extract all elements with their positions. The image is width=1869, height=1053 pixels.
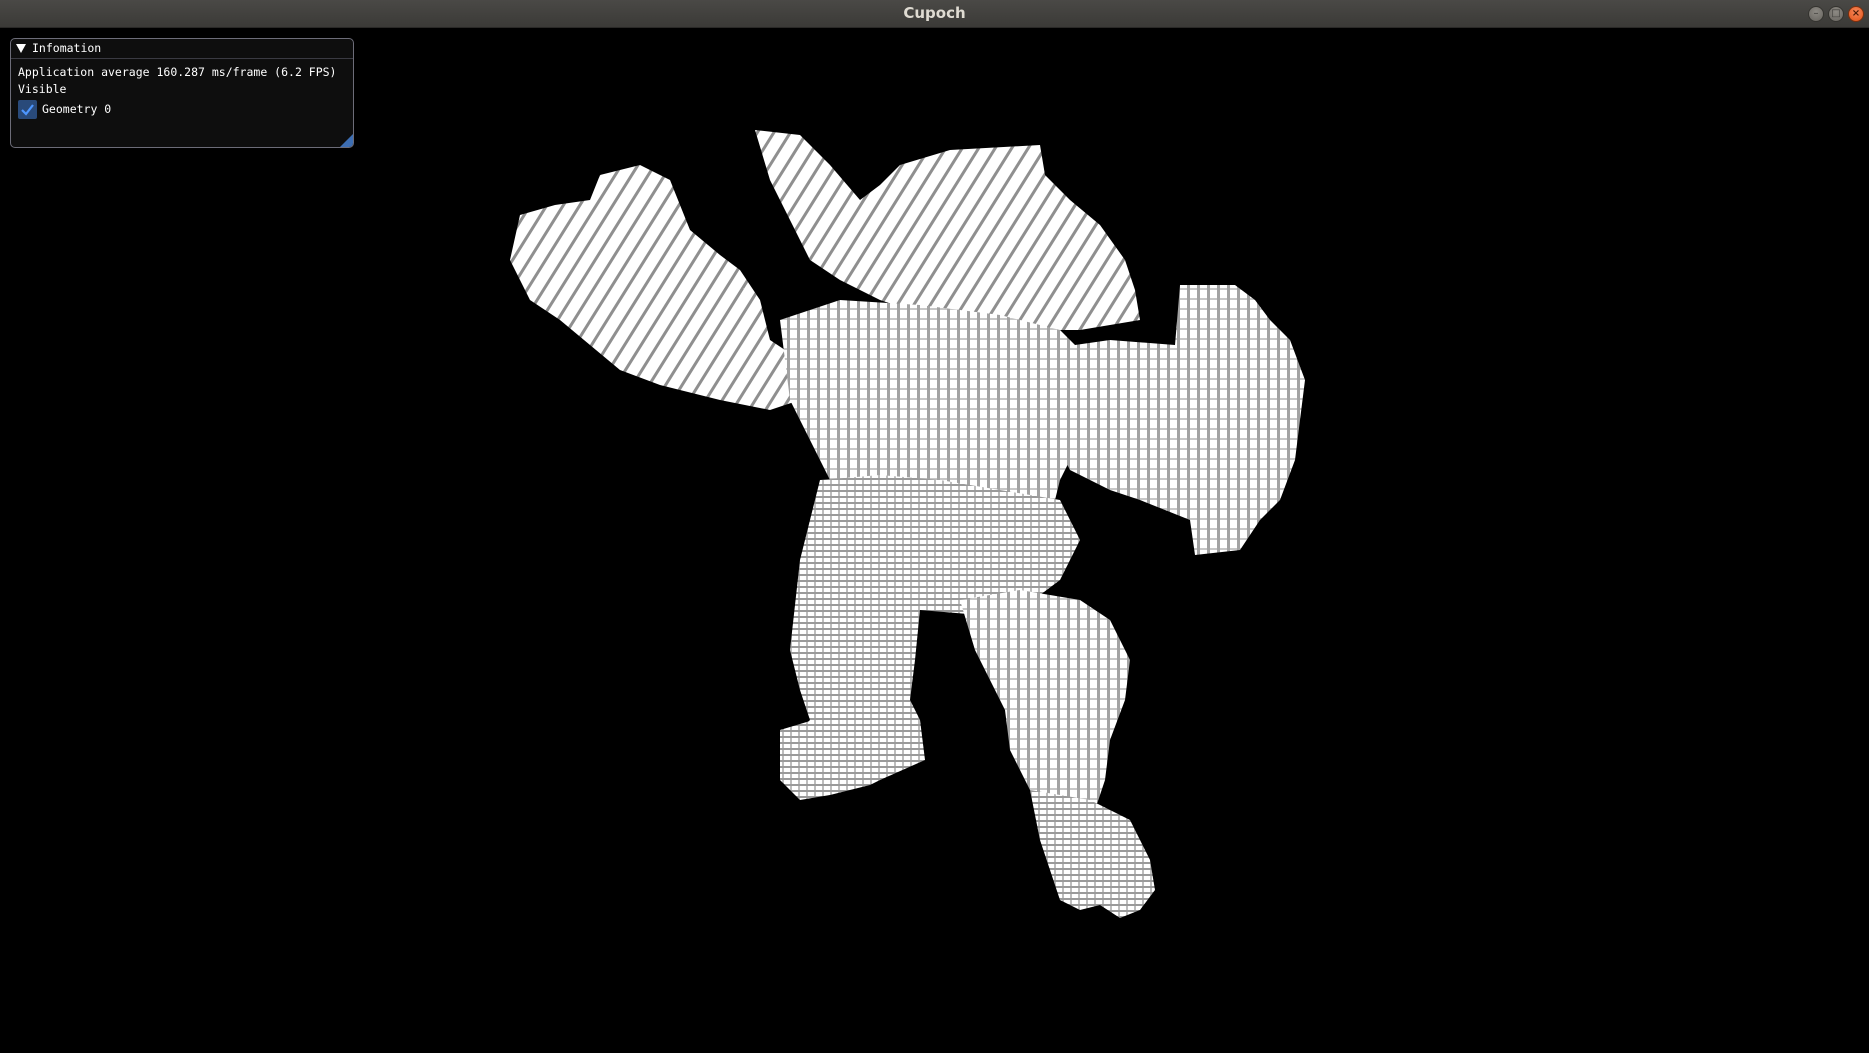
geometry-0-checkbox[interactable] (18, 99, 37, 119)
collapse-arrow-icon[interactable] (16, 44, 26, 53)
checkmark-icon (21, 103, 34, 116)
3d-viewport[interactable] (0, 28, 1869, 1053)
voxel-model (510, 130, 1305, 918)
geometry-toggle-row[interactable]: Geometry 0 (18, 98, 353, 120)
info-panel[interactable]: Infomation Application average 160.287 m… (10, 38, 354, 148)
fps-readout: Application average 160.287 ms/frame (6.… (18, 65, 337, 79)
resize-grip[interactable] (340, 134, 353, 147)
minimize-button[interactable]: – (1808, 6, 1824, 22)
voxel-back-spikes (755, 130, 1140, 330)
voxel-figure (510, 130, 1305, 918)
close-button[interactable]: × (1848, 6, 1864, 22)
panel-title: Infomation (32, 41, 102, 55)
voxel-right-foot (1030, 790, 1155, 918)
visible-label: Visible (18, 82, 67, 96)
voxel-left-hand (510, 165, 815, 410)
window-controls: – □ × (1808, 6, 1864, 22)
maximize-button[interactable]: □ (1828, 6, 1844, 22)
maximize-icon: □ (1831, 8, 1841, 19)
app-window: Cupoch – □ × Infomation Application aver… (0, 0, 1869, 1053)
voxel-right-leg (960, 590, 1130, 810)
close-icon: × (1851, 8, 1861, 19)
panel-body: Application average 160.287 ms/frame (6.… (11, 59, 353, 120)
voxel-left-foot (780, 715, 920, 800)
geometry-0-label: Geometry 0 (42, 102, 112, 116)
window-title: Cupoch (903, 4, 966, 22)
panel-header[interactable]: Infomation (11, 39, 353, 59)
minimize-icon: – (1813, 8, 1819, 19)
title-bar[interactable]: Cupoch – □ × (0, 0, 1869, 28)
